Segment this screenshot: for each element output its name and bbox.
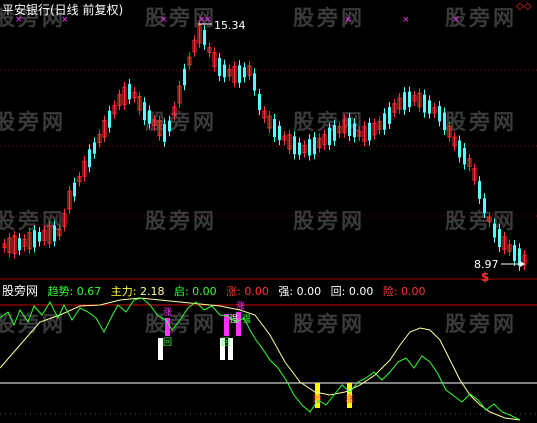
diamond-icon[interactable]: ◇◇: [516, 1, 531, 12]
candle-body-down: [478, 181, 481, 199]
candle-body-down: [128, 83, 131, 100]
candle-body-down: [18, 238, 21, 251]
candle-body-down: [53, 225, 56, 242]
candle-body-down: [463, 147, 466, 165]
chart-canvas[interactable]: 涨回 回强涨强险涨 15.34 8.97 $ × × × × × × × ×: [0, 0, 537, 423]
x-marker-icon: ×: [452, 15, 460, 25]
candle-body-down: [428, 100, 431, 114]
x-marker-icon: ×: [160, 15, 168, 25]
main-force-line: [0, 297, 521, 421]
candle-body-down: [93, 142, 96, 154]
signal-label-xian: 险: [313, 393, 322, 405]
candle-body-down: [423, 94, 426, 113]
candle-body-down: [163, 124, 166, 142]
field-hui-value: 0.00: [348, 285, 374, 298]
candle-body-down: [168, 120, 171, 132]
candle-body-down: [328, 127, 331, 146]
field-qi-label: 启:: [173, 285, 189, 298]
indicator-header: 股旁网 趋势: 0.67 主力: 2.18 启: 0.00 涨: 0.00 强:…: [2, 282, 426, 299]
signal-label-hui: 回: [163, 337, 172, 348]
candlestick-series: [2, 20, 527, 271]
candle-body-down: [273, 119, 276, 137]
field-xian-label: 险:: [382, 285, 398, 298]
candle-body-down: [388, 107, 391, 124]
candle-body-down: [143, 102, 146, 121]
high-price-label: 15.34: [214, 19, 246, 32]
candle-body-down: [443, 112, 446, 131]
field-qi-value: 0.00: [192, 285, 217, 298]
candle-body-down: [438, 105, 441, 122]
field-trend-value: 0.67: [76, 285, 102, 298]
candle-body-down: [258, 93, 261, 111]
signal-label-zhang: 涨: [163, 307, 172, 318]
field-hui-label: 回:: [330, 285, 346, 298]
candle-body-down: [333, 125, 336, 141]
candle-body-down: [253, 73, 256, 91]
field-qiang-label: 强:: [278, 285, 294, 298]
field-qiang-value: 0.00: [296, 285, 322, 298]
field-trend-label: 趋势:: [47, 285, 74, 298]
candle-body-down: [203, 30, 206, 45]
candle-body-down: [38, 232, 41, 242]
candle-body-down: [73, 182, 76, 197]
candle-body-down: [108, 110, 111, 128]
field-xian-value: 0.00: [401, 285, 426, 298]
field-zhang-label: 涨:: [226, 285, 241, 298]
candle-body-down: [183, 68, 186, 86]
candle-body-down: [348, 118, 351, 136]
candle-body-down: [483, 198, 486, 214]
candle-body-down: [148, 110, 151, 124]
field-zhang-value: 0.00: [244, 285, 269, 298]
field-main-label: 主力:: [110, 285, 137, 298]
candle-body-down: [298, 142, 301, 155]
chart-title: 平安银行(日线 前复权): [2, 3, 124, 17]
candle-body-down: [88, 149, 91, 168]
x-marker-icon: ×: [344, 15, 352, 25]
candle-body-down: [353, 123, 356, 138]
candle-body-down: [458, 140, 461, 158]
candle-body-down: [513, 245, 516, 261]
candle-body-down: [498, 229, 501, 247]
candle-body-down: [408, 91, 411, 108]
candle-body-down: [368, 122, 371, 141]
candle-body-down: [308, 139, 311, 156]
candle-body-down: [293, 136, 296, 155]
candle-body-down: [243, 67, 246, 78]
stock-chart-window: 股旁网 股旁网 股旁网 股旁网 股旁网 股旁网 股旁网 股旁网 股旁网 股旁网 …: [0, 0, 537, 423]
dollar-marker: $: [481, 270, 489, 284]
candle-body-down: [218, 58, 221, 76]
x-marker-icon: ×: [204, 15, 212, 25]
signal-label-qiang: 强: [229, 314, 238, 325]
candle-body-down: [223, 64, 226, 78]
signal-label-zhang: 涨: [345, 394, 354, 405]
signal-bar-magenta: [165, 318, 170, 336]
candle-body-down: [493, 223, 496, 238]
candle-body-down: [33, 230, 36, 248]
indicator-name: 股旁网: [2, 284, 39, 298]
candle-body-down: [383, 113, 386, 130]
trend-line: [0, 297, 521, 421]
signal-label-hui: 回: [221, 337, 230, 348]
candle-body-down: [238, 65, 241, 83]
x-marker-icon: ×: [402, 15, 410, 25]
candle-body-down: [403, 92, 406, 110]
field-main-value: 2.18: [139, 285, 165, 298]
candle-body-down: [278, 125, 281, 141]
candle-body-down: [313, 137, 316, 155]
